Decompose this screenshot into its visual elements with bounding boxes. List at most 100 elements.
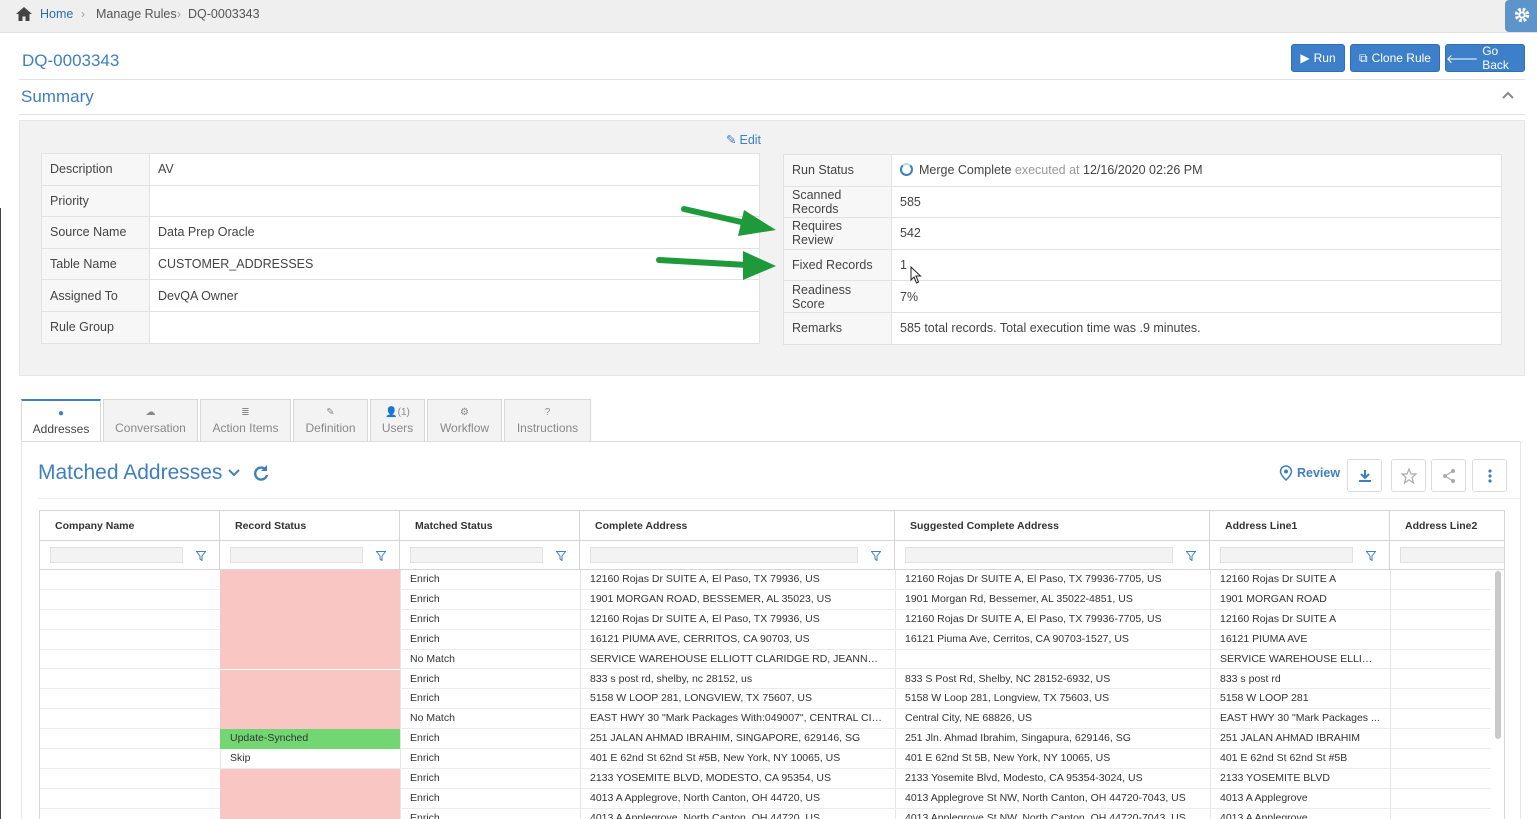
filter-cell [1390,541,1504,570]
cell-matched-status: Enrich [410,612,440,625]
column-header-company-name[interactable]: Company Name [40,511,220,541]
cell-suggested-complete-address: 4013 Applegrove St NW, North Canton, OH … [905,791,1186,804]
breadcrumb-separator: › [177,7,181,21]
tab-label: Workflow [439,421,490,435]
table-row[interactable]: Enrich 1901 MORGAN ROAD, BESSEMER, AL 350… [40,589,1491,610]
detail-row-priority: Priority [41,184,760,218]
tab-conversation[interactable]: ☁ Conversation [103,399,198,441]
table-row[interactable]: Enrich 12160 Rojas Dr SUITE A, El Paso, T… [40,609,1491,630]
review-button[interactable]: Review [1279,465,1340,481]
filter-icon[interactable] [196,551,206,561]
tab-label: Addresses [32,422,90,436]
grid-view-selector[interactable]: Matched Addresses [38,461,270,485]
table-row[interactable]: Enrich 2133 YOSEMITE BLVD, MODESTO, CA 95… [40,769,1491,789]
review-label: Review [1297,466,1341,480]
tab-workflow[interactable]: ⚙ Workflow [427,399,502,441]
chevron-up-icon[interactable] [1502,91,1514,99]
table-row[interactable]: Update-Synched Enrich 251 JALAN AHMAD IBRA… [40,729,1491,750]
table-row[interactable]: Enrich 12160 Rojas Dr SUITE A, El Paso, T… [40,570,1491,590]
filter-icon[interactable] [376,551,386,561]
executed-at-value: 12/16/2020 02:26 PM [1083,163,1203,178]
addresses-icon: ● [57,408,65,419]
filter-input-address-line2[interactable] [1400,547,1504,563]
table-row[interactable]: Skip Enrich 401 E 62nd St 62nd St #5B, New… [40,749,1491,769]
breadcrumb-home[interactable]: Home [40,7,73,21]
filter-input-company-name[interactable] [50,547,183,563]
detail-row-description: Description AV [41,153,760,186]
home-icon[interactable] [15,6,33,22]
filter-cell [220,541,400,570]
table-row[interactable]: Enrich 833 s post rd, shelby, nc 28152, u… [40,669,1491,690]
refresh-icon[interactable] [252,464,270,482]
cell-suggested-complete-address: Central City, NE 68826, US [905,712,1033,725]
filter-input-matched-status[interactable] [410,547,543,563]
filter-icon[interactable] [871,551,881,561]
table-row[interactable]: No Match EAST HWY 30 "Mark Packages With:… [40,709,1491,730]
filter-input-suggested-complete-address[interactable] [905,547,1173,563]
filter-input-address-line1[interactable] [1220,547,1353,563]
cell-address-line1: 833 s post rd [1220,672,1281,685]
filter-cell [1210,541,1390,570]
edit-link[interactable]: ✎ Edit [726,132,761,148]
filter-icon[interactable] [1366,551,1376,561]
cell-record-status: Update-Synched [220,729,400,750]
tab-definition[interactable]: ✎ Definition [293,399,368,441]
share-button[interactable] [1431,459,1466,492]
more-options-button[interactable] [1472,459,1507,492]
filter-input-complete-address[interactable] [590,547,858,563]
filter-icon[interactable] [1186,551,1196,561]
filter-icon[interactable] [556,551,566,561]
tab-action-items[interactable]: ≣ Action Items [200,399,291,441]
column-header-complete-address[interactable]: Complete Address [580,511,895,541]
detail-label: Priority [41,184,150,218]
stat-value: 585 [891,185,1502,219]
cell-address-line1: SERVICE WAREHOUSE ELLIOTT ... [1220,652,1390,665]
summary-title[interactable]: Summary [21,87,94,107]
column-header-address-line2[interactable]: Address Line2 [1390,511,1504,541]
cell-complete-address: 2133 YOSEMITE BLVD, MODESTO, CA 95354, U… [590,772,832,784]
divider [19,114,1525,115]
stat-row-run-status: Run Status Merge Complete executed at 12… [783,154,1502,187]
filter-input-record-status[interactable] [230,547,363,563]
cell-company-name [40,590,220,610]
cell-suggested-complete-address: 16121 Piuma Ave, Cerritos, CA 90703-1527… [905,632,1129,645]
table-row[interactable]: Enrich 5158 W LOOP 281, LONGVIEW, TX 7560… [40,689,1491,710]
filter-cell [40,541,220,570]
more-vertical-icon [1487,468,1492,483]
column-header-record-status[interactable]: Record Status [220,511,400,541]
stat-label: Readiness Score [783,280,892,313]
favorite-button[interactable] [1391,459,1426,492]
stat-label: Scanned Records [783,185,892,219]
table-row[interactable]: No Match SERVICE WAREHOUSE ELLIOTT CLARID… [40,649,1491,670]
cell-complete-address: 16121 PIUMA AVE, CERRITOS, CA 90703, US [590,632,810,645]
window-edge [0,208,1,819]
tab-users[interactable]: 👤(1) Users [370,399,425,441]
download-button[interactable] [1347,459,1382,492]
run-button[interactable]: ▶ Run [1291,44,1345,72]
cell-matched-status: Enrich [410,811,440,819]
settings-button[interactable] [1505,0,1537,32]
cell-address-line1: 12160 Rojas Dr SUITE A [1220,612,1337,625]
stat-row-requires-review: Requires Review 542 [783,217,1502,250]
go-back-button[interactable]: 🡐 Go Back [1445,44,1525,72]
cell-complete-address: 401 E 62nd St 62nd St #5B, New York, NY … [590,752,841,765]
column-header-address-line1[interactable]: Address Line1 [1210,511,1390,541]
share-icon [1442,468,1455,483]
detail-row-table-name: Table Name CUSTOMER_ADDRESSES [41,247,760,281]
table-row[interactable]: Enrich 16121 PIUMA AVE, CERRITOS, CA 9070… [40,629,1491,650]
tab-instructions[interactable]: ? Instructions [504,399,591,441]
column-header-matched-status[interactable]: Matched Status [400,511,580,541]
cell-suggested-complete-address: 12160 Rojas Dr SUITE A, El Paso, TX 7993… [905,573,1162,585]
cell-record-status [220,649,400,670]
table-row[interactable]: Enrich 4013 A Applegrove, North Canton, O… [40,788,1491,809]
question-icon: ? [544,407,551,418]
breadcrumb-manage-rules[interactable]: Manage Rules [96,7,177,21]
table-row[interactable]: Enrich 4013 A Applegrove, North Canton, O… [40,808,1491,819]
vertical-scrollbar[interactable] [1495,571,1501,739]
tab-addresses[interactable]: ● Addresses [21,399,101,442]
column-header-suggested-complete-address[interactable]: Suggested Complete Address [895,511,1210,541]
go-back-button-label: Go Back [1482,44,1509,72]
cell-company-name [40,729,220,749]
clone-rule-button[interactable]: ⧉ Clone Rule [1350,44,1440,72]
arrow-left-icon: 🡐 [1446,51,1479,66]
